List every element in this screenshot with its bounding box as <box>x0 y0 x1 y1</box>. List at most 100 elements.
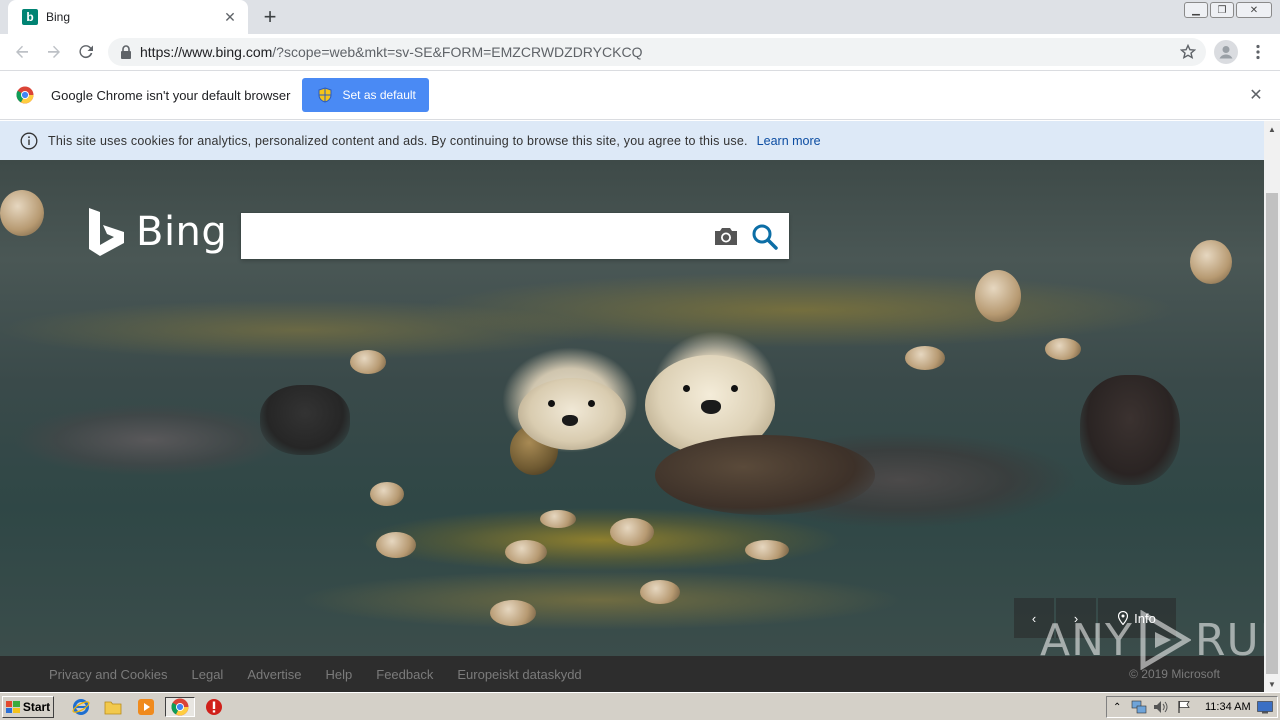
minimize-icon: ▁ <box>1192 4 1200 16</box>
page-content: This site uses cookies for analytics, pe… <box>0 121 1264 692</box>
kelp-bulb <box>505 540 547 564</box>
footer-link-advertise[interactable]: Advertise <box>247 667 301 682</box>
otter-nose <box>701 400 721 414</box>
set-as-default-label: Set as default <box>342 88 416 102</box>
infobar-message: Google Chrome isn't your default browser <box>51 87 291 103</box>
chrome-logo-icon <box>16 86 34 104</box>
media-player-icon[interactable] <box>135 697 157 717</box>
info-icon <box>20 132 38 150</box>
default-browser-infobar: Google Chrome isn't your default browser… <box>0 71 1280 120</box>
action-center-flag-icon[interactable] <box>1177 700 1191 719</box>
star-icon[interactable] <box>1180 44 1196 60</box>
tab-close-icon[interactable]: ✕ <box>222 9 238 25</box>
url-text: https://www.bing.com/?scope=web&mkt=sv-S… <box>140 44 642 60</box>
url-host: https://www.bing.com <box>140 44 273 60</box>
kelp-bulb <box>745 540 789 560</box>
footer-link-help[interactable]: Help <box>326 667 353 682</box>
close-icon[interactable]: ✕ <box>1248 87 1264 104</box>
otter-small <box>518 378 626 450</box>
footer-link-legal[interactable]: Legal <box>192 667 224 682</box>
scroll-up-icon[interactable]: ▲ <box>1264 121 1280 137</box>
reload-icon <box>78 44 94 60</box>
kelp-bulb <box>540 510 576 528</box>
bing-favicon: b <box>22 9 38 25</box>
start-label: Start <box>22 700 51 714</box>
browser-toolbar: https://www.bing.com/?scope=web&mkt=sv-S… <box>0 34 1280 71</box>
kelp-bulb <box>0 190 44 236</box>
bing-wordmark: Bing <box>136 209 228 255</box>
reload-button[interactable] <box>74 40 98 64</box>
kelp-bulb <box>905 346 945 370</box>
system-tray: ⌃ 11:34 AM <box>1106 696 1278 718</box>
kelp-bulb <box>1190 240 1232 284</box>
otter-body <box>655 435 875 515</box>
cookie-text: This site uses cookies for analytics, pe… <box>48 133 748 148</box>
scrollbar-thumb[interactable] <box>1266 193 1278 674</box>
kelp-bulb <box>370 482 404 506</box>
profile-icon[interactable] <box>1214 40 1238 64</box>
new-tab-button[interactable]: + <box>258 4 282 29</box>
url-path: /?scope=web&mkt=sv-SE&FORM=EMZCRWDZDRYCK… <box>272 44 643 60</box>
kelp-bulb <box>1045 338 1081 360</box>
bing-logo[interactable]: Bing <box>88 207 227 257</box>
play-logo-icon <box>1137 610 1191 670</box>
network-icon[interactable] <box>1131 700 1147 719</box>
footer-link-privacy[interactable]: Privacy and Cookies <box>49 667 168 682</box>
windows-flag-icon <box>5 701 20 713</box>
search-icon[interactable] <box>751 223 779 251</box>
otter-eye <box>588 400 595 407</box>
tab-bing[interactable]: b Bing ✕ <box>8 0 248 34</box>
set-as-default-button[interactable]: Set as default <box>302 78 430 112</box>
tab-strip: b Bing ✕ + ▁ ❐ ✕ <box>0 0 1280 34</box>
clock[interactable]: 11:34 AM <box>1205 701 1251 713</box>
minimize-button[interactable]: ▁ <box>1184 2 1208 18</box>
watermark-left: ANY <box>1040 614 1133 666</box>
tab-title: Bing <box>46 10 71 24</box>
otter-flipper <box>1080 375 1180 485</box>
kelp-bulb <box>640 580 680 604</box>
search-box[interactable] <box>241 213 789 259</box>
address-bar[interactable]: https://www.bing.com/?scope=web&mkt=sv-S… <box>108 38 1206 66</box>
footer-link-data-protection[interactable]: Europeiskt dataskydd <box>457 667 581 682</box>
otter-flipper <box>260 385 350 455</box>
search-input[interactable] <box>241 213 701 259</box>
learn-more-link[interactable]: Learn more <box>757 134 821 148</box>
bing-b-icon <box>88 207 126 257</box>
chrome-taskbar-icon[interactable] <box>165 697 195 717</box>
forward-icon <box>46 44 62 60</box>
back-icon <box>14 44 30 60</box>
otter-eye <box>683 385 690 392</box>
tray-expand-icon[interactable]: ⌃ <box>1113 702 1121 713</box>
stop-icon[interactable] <box>203 697 225 717</box>
explorer-icon[interactable] <box>102 697 124 717</box>
windows-taskbar: Start ⌃ 11:34 AM <box>0 692 1280 720</box>
anyrun-watermark: ANY RUN <box>1040 610 1280 670</box>
forward-button[interactable] <box>42 40 66 64</box>
kelp-bulb <box>490 600 536 626</box>
kelp-bulb <box>975 270 1021 322</box>
background-image: Bing ‹ › Info <box>0 160 1264 656</box>
kelp-bulb <box>350 350 386 374</box>
show-desktop-icon[interactable] <box>1257 701 1273 719</box>
kelp-bulb <box>610 518 654 546</box>
window-close-icon: ✕ <box>1249 4 1259 16</box>
kelp-bulb <box>376 532 416 558</box>
page-scrollbar[interactable]: ▲ ▼ <box>1264 121 1280 692</box>
restore-icon: ❐ <box>1217 4 1227 16</box>
start-button[interactable]: Start <box>2 696 54 718</box>
camera-icon[interactable] <box>713 225 739 247</box>
footer-link-feedback[interactable]: Feedback <box>376 667 433 682</box>
back-button[interactable] <box>10 40 34 64</box>
scroll-down-icon[interactable]: ▼ <box>1264 676 1280 692</box>
otter-nose <box>562 415 578 426</box>
volume-icon[interactable] <box>1153 700 1169 719</box>
otter-eye <box>731 385 738 392</box>
ie-icon[interactable] <box>70 697 92 717</box>
menu-icon[interactable] <box>1248 40 1268 64</box>
cookie-banner: This site uses cookies for analytics, pe… <box>0 121 1264 160</box>
restore-button[interactable]: ❐ <box>1210 2 1234 18</box>
lock-icon <box>120 45 132 59</box>
window-close-button[interactable]: ✕ <box>1236 2 1272 18</box>
shield-icon <box>318 87 332 103</box>
otter-eye <box>548 400 555 407</box>
